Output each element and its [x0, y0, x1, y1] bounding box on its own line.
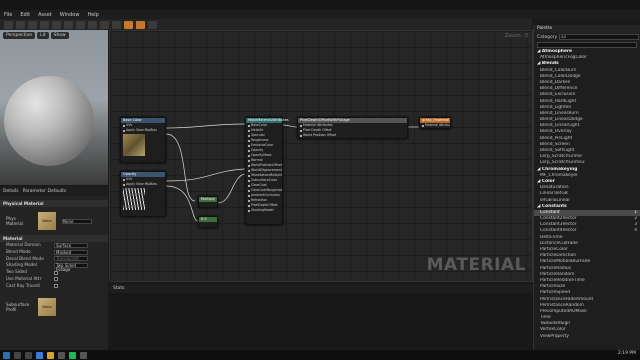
folder-icon[interactable] — [47, 351, 54, 359]
taskbar — [0, 350, 640, 360]
constant-node[interactable]: 0.5 — [198, 216, 218, 228]
live-preview-button[interactable] — [88, 20, 97, 29]
opacity-texture-preview — [123, 188, 145, 210]
multiply-node[interactable]: Multiply — [198, 196, 218, 208]
search-icon[interactable] — [14, 351, 21, 359]
title-bar — [0, 0, 640, 10]
make-material-attributes-node[interactable]: MakeMaterialAttributes BaseColor Metalli… — [245, 117, 289, 225]
tab-palette[interactable]: Palette — [534, 25, 640, 33]
cast-ray-traced-row: Cast Ray Traced — [0, 283, 108, 290]
menu-edit[interactable]: Edit — [20, 12, 30, 18]
apply-button[interactable] — [28, 20, 37, 29]
home-button[interactable] — [52, 20, 61, 29]
use-material-attributes-checkbox[interactable] — [54, 277, 58, 282]
base-color-texture-preview — [123, 134, 145, 156]
palette-list: ◢ Atmosphere AtmosphericFogColor ◢ Blends B… — [534, 49, 640, 340]
taskbar-clock: 2:19 PM — [617, 351, 636, 356]
menu-file[interactable]: File — [4, 12, 12, 18]
live-update-button[interactable] — [112, 20, 121, 29]
physical-material-section[interactable]: Physical Material — [0, 200, 108, 207]
browse-button[interactable] — [16, 20, 25, 29]
category-label: Category — [537, 34, 558, 40]
category-row: Category All — [534, 33, 640, 41]
material-watermark: MATERIAL — [426, 255, 526, 275]
menu-help[interactable]: Help — [87, 12, 98, 18]
decal-blend-mode-row: Decal Blend Mode Translucent — [0, 256, 108, 263]
tab-details[interactable]: Details — [3, 189, 19, 194]
material-output-node[interactable]: grass_tmaterial Material Attributes — [419, 117, 451, 129]
task-view-icon[interactable] — [25, 351, 32, 359]
menu-bar: File Edit Asset Window Help — [0, 10, 640, 19]
decal-blend-mode-dropdown[interactable]: Translucent — [54, 256, 88, 262]
graph-wires — [165, 123, 419, 222]
phys-material-thumbnail[interactable]: None — [38, 212, 56, 230]
hide-unrelated-button[interactable] — [124, 20, 133, 29]
stats-panel — [109, 293, 533, 349]
menu-asset[interactable]: Asset — [38, 12, 52, 18]
perspective-button[interactable]: Perspective — [3, 32, 36, 39]
two-sided-checkbox[interactable] — [54, 270, 58, 275]
blend-mode-dropdown[interactable]: Masked — [54, 249, 88, 255]
app-icon[interactable] — [80, 351, 87, 359]
lit-button[interactable]: Lit — [37, 32, 49, 39]
blend-mode-row: Blend Mode Masked — [0, 249, 108, 256]
subsurface-profile-thumbnail[interactable]: None — [38, 297, 56, 316]
phys-material-dropdown[interactable]: None — [62, 218, 92, 224]
category-dropdown[interactable]: All — [559, 34, 640, 40]
preview-viewport[interactable]: Perspective Lit Show — [0, 30, 108, 185]
preview-sphere — [4, 76, 94, 166]
connectors-button[interactable] — [76, 20, 85, 29]
zoom-indicator: Zoom -3 — [504, 33, 528, 39]
browser-icon[interactable] — [36, 351, 43, 359]
details-tabs: Details Parameter Defaults — [0, 187, 108, 196]
menu-window[interactable]: Window — [60, 12, 80, 18]
subsurface-profile-label: Subsurface Profil — [6, 301, 30, 312]
clean-up-button[interactable] — [64, 20, 73, 29]
search-button[interactable] — [40, 20, 49, 29]
palette-item[interactable]: ViewProperty — [534, 334, 640, 340]
material-section[interactable]: Material — [0, 235, 108, 242]
palette-panel: Palette Category All ◢ Atmosphere Atmosph… — [533, 25, 640, 350]
palette-search-input[interactable] — [537, 42, 637, 48]
live-nodes-button[interactable] — [100, 20, 109, 29]
material-domain-row: Material Domain Surface — [0, 242, 108, 249]
pixel-depth-offset-foliage-node[interactable]: PixelDepthOffsetWithFoliage Material Att… — [297, 117, 408, 139]
shading-model-row: Shading Model Two Sided Foliage — [0, 262, 108, 272]
cast-ray-traced-checkbox[interactable] — [54, 284, 58, 289]
two-sided-row: Two Sided — [0, 269, 108, 276]
platform-stats-button[interactable] — [148, 20, 157, 29]
material-graph[interactable]: Base Color UVs Apply View MipBias Opacit… — [109, 30, 533, 282]
phys-material-label: Phys Material — [6, 216, 24, 226]
music-icon[interactable] — [69, 351, 76, 359]
save-button[interactable] — [4, 20, 13, 29]
shading-model-dropdown[interactable]: Two Sided Foliage — [54, 263, 88, 272]
show-button[interactable]: Show — [50, 32, 69, 39]
base-color-node[interactable]: Base Color UVs Apply View MipBias — [120, 117, 166, 163]
toolbar — [0, 19, 532, 30]
details-panel: Physical Material Phys Material None Non… — [0, 196, 108, 360]
use-material-attributes-row: Use Material Attr — [0, 276, 108, 283]
tab-parameter-defaults[interactable]: Parameter Defaults — [23, 189, 67, 194]
unreal-icon[interactable] — [58, 351, 65, 359]
start-icon[interactable] — [3, 351, 10, 359]
stats-button[interactable] — [136, 20, 145, 29]
opacity-node[interactable]: Opacity UVs Apply View MipBias — [120, 171, 166, 217]
tab-stats[interactable]: Stats — [109, 285, 533, 293]
material-domain-dropdown[interactable]: Surface — [54, 242, 88, 248]
